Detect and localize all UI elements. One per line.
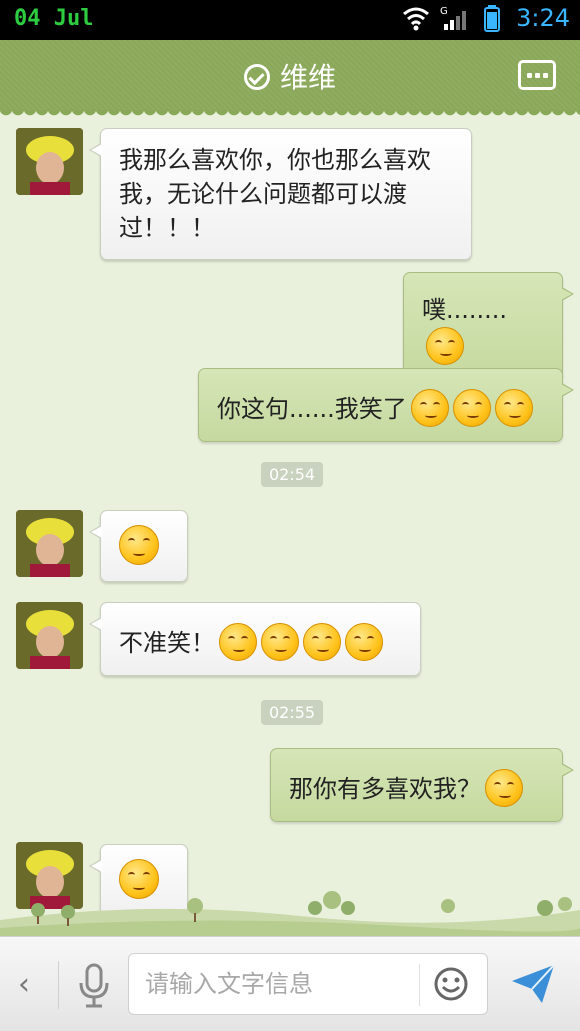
dizzy-emoji-icon [119, 525, 159, 565]
send-icon[interactable] [508, 961, 558, 1007]
input-bar: ‹ [0, 936, 580, 1031]
message-outgoing[interactable]: 那你有多喜欢我？ [270, 748, 574, 822]
message-incoming[interactable]: 不准笑！ [89, 602, 421, 676]
message-text: 你这句......我笑了 [217, 395, 407, 423]
divider [419, 964, 420, 1006]
message-text: 噗........ [422, 296, 508, 324]
contact-name: 维维 [279, 61, 336, 94]
contact-avatar[interactable] [16, 510, 83, 577]
svg-text:G: G [440, 6, 448, 17]
message-outgoing[interactable]: 噗........ [403, 272, 574, 380]
message-incoming[interactable] [89, 510, 188, 582]
more-menu-button[interactable] [518, 60, 556, 90]
chat-title: 维维 [0, 56, 580, 96]
chuckle-emoji-icon [426, 327, 464, 365]
status-icons: G 3:24 [402, 4, 570, 32]
back-arrow-icon[interactable]: ‹ [18, 967, 30, 1002]
message-incoming[interactable]: 我那么喜欢你，你也那么喜欢我，无论什么问题都可以渡过！！！ [89, 128, 472, 260]
crying-laugh-emoji-icon [261, 623, 299, 661]
contact-avatar[interactable] [16, 602, 83, 669]
message-outgoing[interactable]: 你这句......我笑了 [198, 368, 574, 442]
timestamp: 02:55 [261, 700, 324, 725]
divider [58, 961, 59, 1009]
chuckle-emoji-icon [452, 389, 491, 427]
chat-header: 维维 [0, 40, 580, 116]
crying-laugh-emoji-icon [345, 623, 383, 661]
contact-avatar[interactable] [16, 128, 83, 195]
status-time: 3:24 [516, 4, 570, 32]
message-input[interactable] [145, 966, 405, 1002]
wifi-icon [403, 7, 430, 31]
background-hills [0, 891, 580, 936]
crying-laugh-emoji-icon [303, 623, 341, 661]
verified-check-icon [243, 64, 270, 90]
smiley-icon[interactable] [433, 966, 469, 1002]
message-text: 不准笑！ [119, 629, 215, 657]
crying-laugh-emoji-icon [219, 623, 257, 661]
smug-emoji-icon [485, 769, 523, 807]
chuckle-emoji-icon [494, 389, 533, 427]
chuckle-emoji-icon [410, 389, 449, 427]
status-bar: 04 Jul G 3:24 [0, 0, 580, 40]
message-text: 我那么喜欢你，你也那么喜欢我，无论什么问题都可以渡过！！！ [119, 146, 431, 242]
microphone-icon[interactable] [76, 963, 112, 1009]
battery-icon [484, 5, 501, 32]
status-date: 04 Jul [14, 6, 94, 31]
chat-area[interactable]: 我那么喜欢你，你也那么喜欢我，无论什么问题都可以渡过！！！ 噗........ … [0, 110, 580, 936]
timestamp: 02:54 [261, 462, 324, 487]
signal-icon: G [440, 6, 467, 30]
message-text: 那你有多喜欢我？ [289, 775, 481, 803]
message-input-box[interactable] [128, 953, 488, 1015]
